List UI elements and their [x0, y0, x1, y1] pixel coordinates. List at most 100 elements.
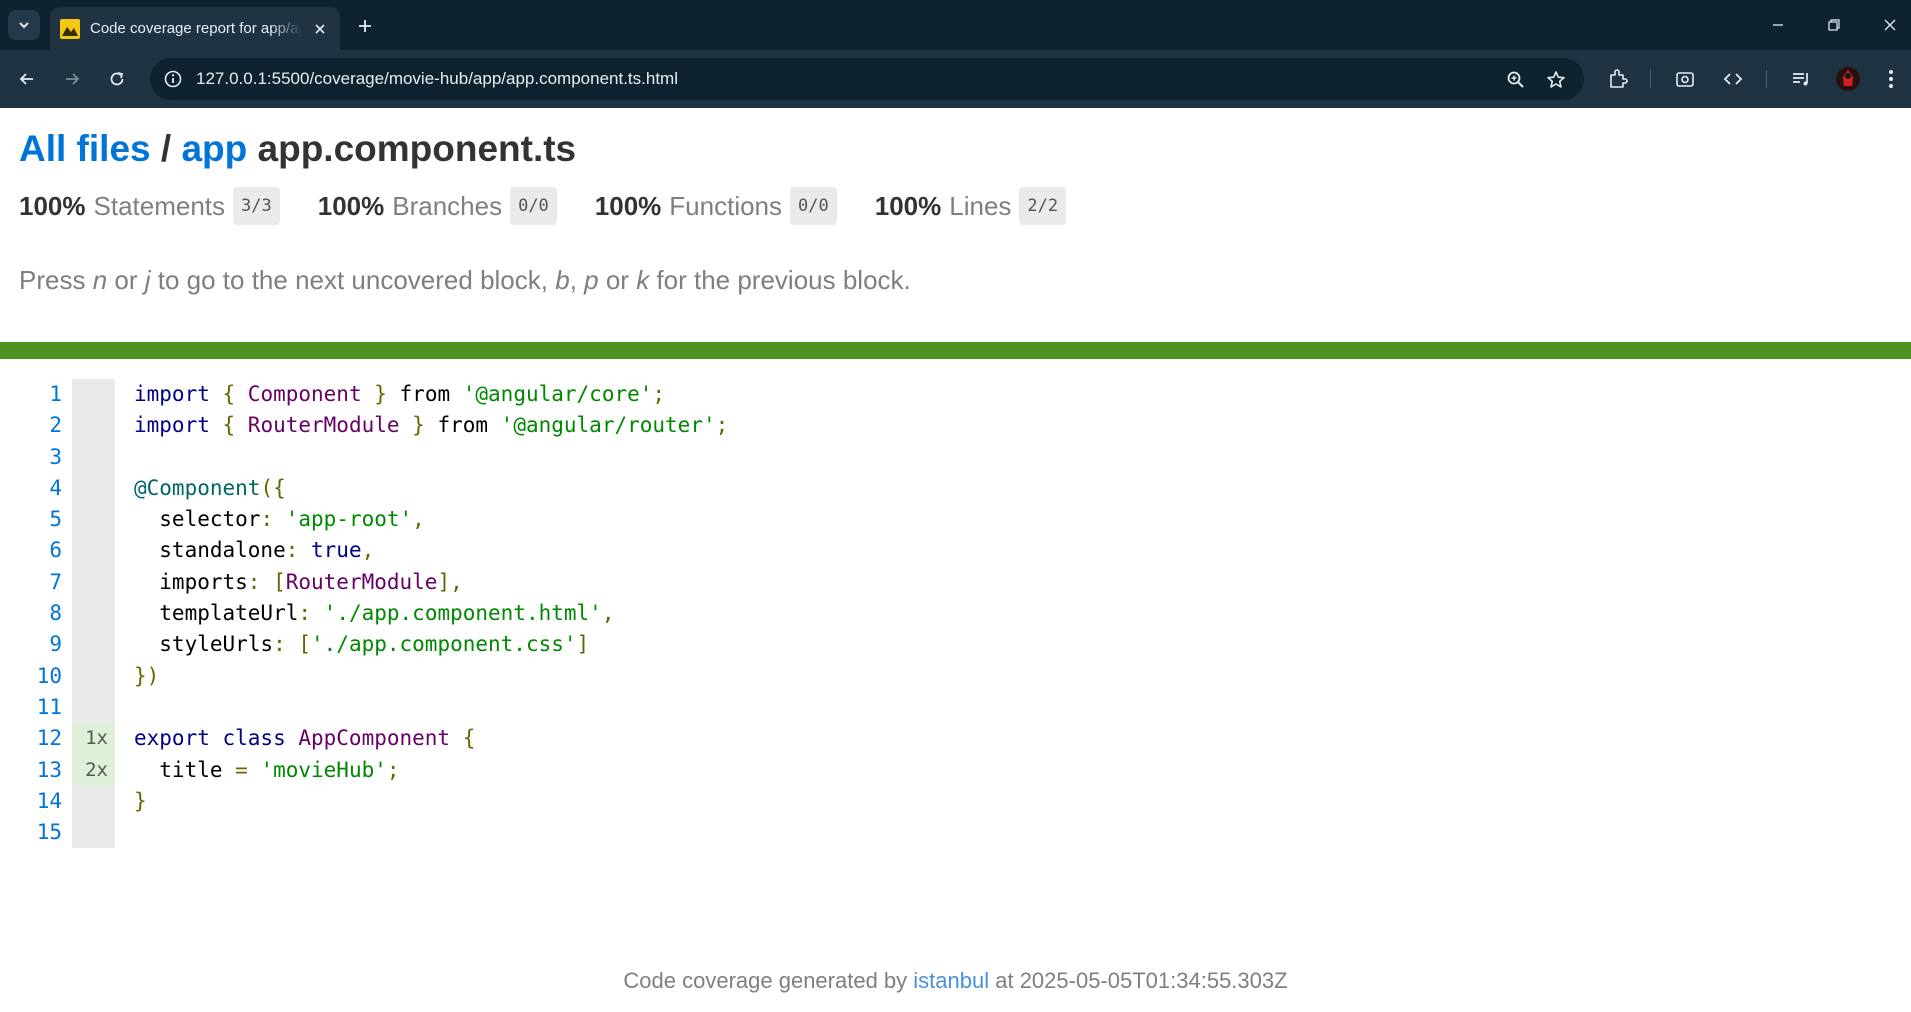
hit-count	[72, 379, 115, 411]
close-window-button[interactable]	[1870, 8, 1910, 42]
coverage-favicon-icon	[60, 18, 80, 39]
hit-count	[72, 598, 115, 630]
media-queue-icon[interactable]	[1786, 64, 1816, 94]
stat-fraction: 0/0	[510, 187, 557, 225]
stat-fraction: 2/2	[1019, 187, 1067, 225]
address-bar[interactable]: 127.0.0.1:5500/coverage/movie-hub/app/ap…	[150, 58, 1584, 100]
tab-search-button[interactable]	[8, 10, 40, 40]
footer: Code coverage generated by istanbul at 2…	[623, 968, 1288, 993]
line-number-link[interactable]: 12	[0, 723, 62, 754]
forward-button[interactable]	[55, 62, 89, 96]
restore-icon	[1828, 19, 1840, 31]
stat-functions: 100% Functions 0/0	[595, 187, 837, 225]
source-text: import { Component } from '@angular/core…	[134, 382, 666, 406]
hit-count	[72, 785, 115, 818]
line-number-link[interactable]: 4	[0, 473, 62, 504]
back-button[interactable]	[10, 62, 44, 96]
source-text: export class AppComponent {	[134, 726, 476, 751]
breadcrumb-all-files-link[interactable]: All files	[19, 128, 151, 169]
source-text: })	[134, 663, 160, 688]
line-number-link[interactable]: 8	[0, 598, 62, 629]
hit-count	[72, 410, 115, 442]
stat-percent: 100%	[874, 190, 942, 221]
hit-count	[72, 629, 115, 661]
breadcrumb-separator: /	[150, 128, 182, 169]
screenshot-icon[interactable]	[1670, 64, 1700, 94]
source-text: styleUrls: ['./app.component.css']	[134, 632, 590, 657]
hit-count	[72, 817, 115, 849]
stat-label: Branches	[392, 190, 503, 221]
page-title: All files / app app.component.ts	[19, 128, 576, 170]
stat-lines: 100% Lines 2/2	[874, 187, 1067, 225]
hit-count	[72, 504, 115, 536]
coverage-status-bar	[0, 342, 1911, 359]
code-icon[interactable]	[1718, 64, 1748, 94]
tab-close-icon[interactable]	[310, 19, 330, 39]
stat-percent: 100%	[594, 190, 662, 221]
hit-count	[72, 472, 115, 505]
hit-count	[72, 441, 115, 473]
line-number-link[interactable]: 3	[0, 442, 62, 473]
source-text: templateUrl: './app.component.html',	[134, 601, 615, 626]
browser-tab-active[interactable]: Code coverage report for app/app.compone…	[50, 7, 340, 50]
reload-button[interactable]	[100, 62, 134, 96]
hit-count	[72, 660, 115, 692]
site-info-icon[interactable]	[162, 68, 184, 90]
line-number-link[interactable]: 6	[0, 535, 62, 566]
breadcrumb-app-link[interactable]: app	[181, 128, 247, 169]
stat-fraction: 0/0	[790, 187, 837, 225]
istanbul-link[interactable]: istanbul	[913, 968, 989, 993]
extensions-icon[interactable]	[1603, 64, 1633, 94]
file-name: app.component.ts	[257, 128, 577, 169]
restore-button[interactable]	[1814, 8, 1854, 42]
url-text[interactable]: 127.0.0.1:5500/coverage/movie-hub/app/ap…	[196, 69, 678, 89]
hit-count: 1x	[72, 723, 115, 755]
source-text: standalone: true,	[134, 538, 375, 563]
source-text: import { RouterModule } from '@angular/r…	[134, 413, 729, 438]
source-text: title = 'movieHub';	[134, 757, 400, 782]
reload-icon	[110, 72, 124, 86]
stat-percent: 100%	[19, 190, 86, 221]
stat-label: Lines	[949, 190, 1012, 221]
hit-count	[72, 566, 115, 599]
coverage-summary: 100% Statements 3/3 100% Branches 0/0 10…	[19, 187, 1104, 225]
new-tab-button[interactable]	[352, 13, 378, 39]
line-number-link[interactable]: 1	[0, 379, 62, 410]
toolbar-divider	[1650, 70, 1651, 88]
minimize-icon	[1773, 24, 1783, 26]
browser-titlebar: Code coverage report for app/app.compone…	[0, 0, 1911, 50]
line-number-link[interactable]: 7	[0, 567, 62, 598]
hit-count	[72, 535, 115, 567]
line-number-link[interactable]: 5	[0, 504, 62, 535]
arrow-right-icon	[66, 73, 80, 85]
zoom-icon[interactable]	[1503, 67, 1529, 93]
keyboard-hint: Press n or j to go to the next uncovered…	[19, 265, 911, 295]
stat-fraction: 3/3	[233, 187, 280, 225]
line-number-link[interactable]: 15	[0, 817, 62, 848]
source-text: @Component({	[134, 475, 286, 500]
bookmark-star-icon[interactable]	[1543, 67, 1569, 93]
minimize-button[interactable]	[1758, 8, 1798, 42]
source-text: selector: 'app-root',	[134, 507, 425, 532]
coverage-report-page: All files / app app.component.ts 100% St…	[0, 108, 1911, 1012]
line-number-link[interactable]: 13	[0, 755, 62, 786]
line-number-link[interactable]: 10	[0, 661, 62, 692]
source-text: }	[134, 788, 147, 813]
stat-statements: 100% Statements 3/3	[19, 187, 280, 225]
toolbar-divider	[1766, 70, 1767, 88]
stat-branches: 100% Branches 0/0	[318, 187, 557, 225]
line-number-link[interactable]: 14	[0, 786, 62, 817]
tab-title: Code coverage report for app/app.compone…	[90, 20, 302, 37]
profile-avatar-icon[interactable]	[1833, 64, 1863, 94]
line-number-link[interactable]: 2	[0, 410, 62, 441]
stat-label: Statements	[93, 190, 226, 221]
line-number-link[interactable]: 11	[0, 692, 62, 723]
browser-toolbar: 127.0.0.1:5500/coverage/movie-hub/app/ap…	[0, 50, 1911, 108]
plus-icon	[359, 20, 371, 32]
hit-count	[72, 691, 115, 724]
close-icon	[1884, 19, 1896, 31]
line-number-link[interactable]: 9	[0, 629, 62, 660]
stat-percent: 100%	[317, 190, 385, 221]
menu-kebab-icon[interactable]	[1876, 64, 1906, 94]
stat-label: Functions	[669, 190, 783, 221]
